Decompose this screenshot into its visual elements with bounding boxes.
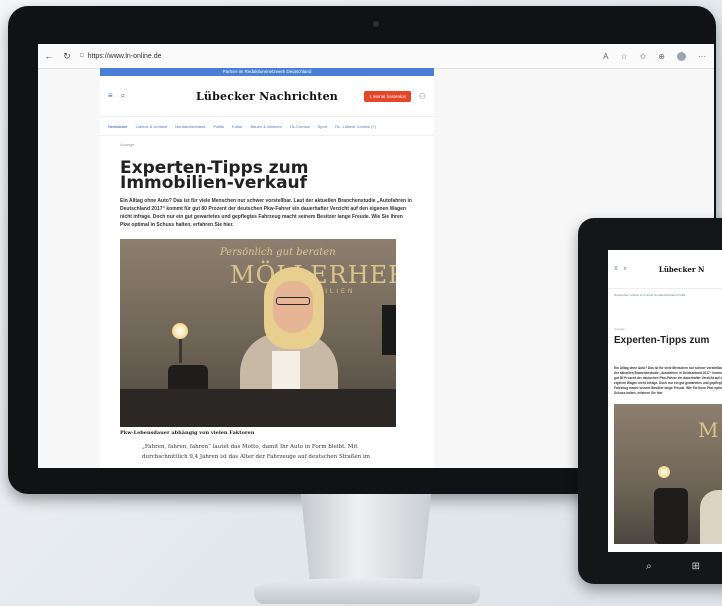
glasses-shape <box>276 297 310 305</box>
office-monitor-shape <box>382 305 396 355</box>
monitor-stand-neck <box>300 494 432 580</box>
browser-actions: A ☆ ✩ ⊕ ··· <box>603 44 706 68</box>
nav-item[interactable]: HL-Comics <box>290 124 310 129</box>
tablet-lead: Ein Alltag ohne Auto? Das ist für viele … <box>614 366 722 395</box>
photo-caption: Pkw-Lebensdauer abhängig von vielen Fakt… <box>120 430 255 436</box>
masthead: ≡ ⌕ Lübecker Nachrichten 1 Monat kostenl… <box>100 76 434 117</box>
tablet-section-nav[interactable]: Newsticker Lübeck & Umland Norddeutschla… <box>608 289 722 305</box>
ad-label: Anzeige <box>120 142 135 147</box>
profile-avatar[interactable] <box>677 51 686 61</box>
tablet-search-icon[interactable]: ⌕ <box>624 266 627 273</box>
nav-item[interactable]: Norddeutschland <box>175 124 205 129</box>
extensions-icon[interactable]: ⊕ <box>658 52 665 61</box>
tablet-screen: ≡ ⌕ Lübecker N Newsticker Lübeck & Umlan… <box>608 250 722 552</box>
desk-shape <box>120 389 396 427</box>
collections-icon[interactable]: ✩ <box>640 52 647 61</box>
lamp-pole-shape <box>179 339 182 363</box>
browser-toolbar: ← ↻ □ https://www.ln-online.de A ☆ ✩ ⊕ ·… <box>38 44 714 69</box>
tablet-photo-brand: M <box>698 418 719 442</box>
tablet-windows-icon[interactable]: ⊞ <box>692 561 700 572</box>
photo-script-text: Persönlich gut beraten <box>220 247 336 258</box>
tablet-nav-bar: ⌕ ⊞ <box>608 552 722 580</box>
monitor-stand-base <box>254 578 480 604</box>
favorite-icon[interactable]: ☆ <box>620 52 627 61</box>
article-body: „Fahren, fahren, fahren“ lautet das Mott… <box>142 444 371 460</box>
user-icon[interactable]: ⚇ <box>419 92 426 101</box>
section-nav: Newsticker Lübeck & Umland Norddeutschla… <box>100 117 434 136</box>
partner-banner[interactable]: Partner im Redaktionsnetzwerk Deutschlan… <box>100 68 434 76</box>
tablet-search-button-icon[interactable]: ⌕ <box>646 561 652 572</box>
masthead-right: 1 Monat kostenlos ⚇ <box>364 90 426 102</box>
subscribe-button[interactable]: 1 Monat kostenlos <box>364 90 411 102</box>
website: Partner im Redaktionsnetzwerk Deutschlan… <box>100 68 434 468</box>
article-headline: Experten-Tipps zum Immobilien-verkauf <box>120 158 309 193</box>
tablet-figure-shape <box>700 490 722 544</box>
tablet-ad-label: Anzeige <box>614 327 625 331</box>
lock-icon: □ <box>80 53 84 59</box>
nav-item[interactable]: Kultur <box>232 124 242 129</box>
tablet-logo[interactable]: Lübecker N <box>659 265 704 274</box>
back-icon[interactable]: ← <box>44 51 54 61</box>
tablet-lamp-shape <box>658 466 670 478</box>
read-aloud-icon[interactable]: A <box>603 52 608 61</box>
nav-item[interactable]: Politik <box>213 124 224 129</box>
article-photo: Persönlich gut beraten MÖLLERHERM IMMOBI… <box>120 239 396 427</box>
nav-item[interactable]: Sport <box>318 124 328 129</box>
nav-item[interactable]: Newsticker <box>108 124 128 129</box>
address-bar[interactable]: □ https://www.ln-online.de <box>80 53 162 60</box>
more-icon[interactable]: ··· <box>698 52 706 61</box>
article-lead: Ein Alltag ohne Auto? Das ist für viele … <box>120 198 412 228</box>
url-text: https://www.ln-online.de <box>87 52 162 60</box>
tablet-menu-icon[interactable]: ≡ <box>614 266 618 272</box>
camera-dot <box>373 21 379 27</box>
nav-item[interactable]: Lübeck & Umland <box>136 124 168 129</box>
tablet-headline: Experten-Tipps zum <box>614 335 710 346</box>
reload-icon[interactable]: ↻ <box>62 51 72 62</box>
nav-item[interactable]: HL: Lübeck Comics (+) <box>335 124 376 129</box>
tablet-chair-shape <box>654 488 688 544</box>
lamp-shape <box>172 323 188 339</box>
tablet-article-photo: M <box>614 404 722 544</box>
tablet-masthead: ≡ ⌕ Lübecker N <box>608 250 722 289</box>
nav-item[interactable]: Bauen & Wohnen <box>251 124 282 129</box>
woman-face-shape <box>273 281 313 333</box>
tablet-device: ≡ ⌕ Lübecker N Newsticker Lübeck & Umlan… <box>578 218 722 584</box>
